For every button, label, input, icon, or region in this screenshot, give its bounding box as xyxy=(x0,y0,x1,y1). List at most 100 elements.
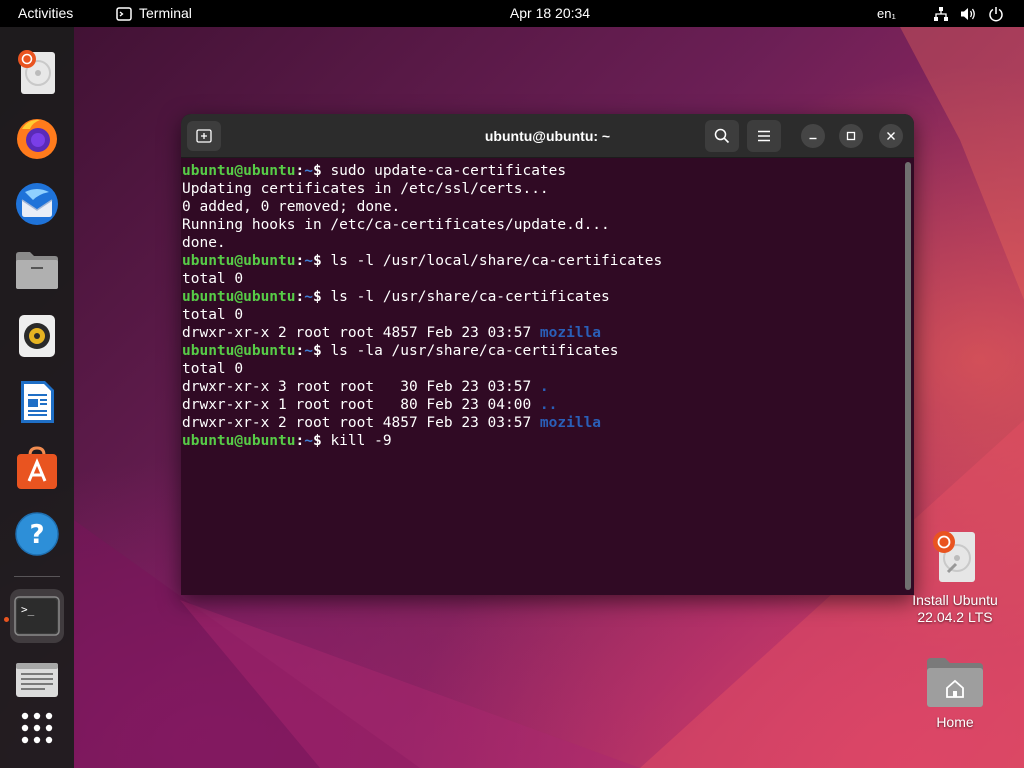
prompt-sigil: $ xyxy=(312,433,331,449)
terminal-command-line: ubuntu@ubuntu:~$ ls -l /usr/local/share/… xyxy=(182,252,903,270)
terminal-command-line: ubuntu@ubuntu:~$ ls -l /usr/share/ca-cer… xyxy=(182,288,903,306)
prompt-user: ubuntu@ubuntu xyxy=(182,163,296,179)
dock-show-apps[interactable] xyxy=(10,701,64,755)
terminal-output-line: drwxr-xr-x 2 root root 4857 Feb 23 03:57… xyxy=(182,324,903,342)
dock-files[interactable] xyxy=(10,243,64,297)
input-language-indicator[interactable]: en₁ xyxy=(877,0,896,27)
output-text: Updating certificates in /etc/ssl/certs.… xyxy=(182,181,549,197)
terminal-output-line: drwxr-xr-x 1 root root 80 Feb 23 04:00 .… xyxy=(182,396,903,414)
terminal-titlebar[interactable]: ubuntu@ubuntu: ~ xyxy=(181,114,914,158)
thunderbird-icon xyxy=(16,183,58,225)
prompt-sigil: $ xyxy=(312,163,331,179)
terminal-window[interactable]: ubuntu@ubuntu: ~ ubuntu@ubuntu:~$ sudo u… xyxy=(181,114,914,595)
command-text: ls -l /usr/local/share/ca-certificates xyxy=(330,253,663,269)
terminal-output-line: Updating certificates in /etc/ssl/certs.… xyxy=(182,180,903,198)
dock-text-editor[interactable] xyxy=(10,653,64,707)
prompt-path: ~ xyxy=(304,289,313,305)
activities-button[interactable]: Activities xyxy=(18,0,73,27)
command-text: ls -la /usr/share/ca-certificates xyxy=(330,343,619,359)
dock-ubuntu-software[interactable] xyxy=(10,441,64,495)
terminal-command-line: ubuntu@ubuntu:~$ sudo update-ca-certific… xyxy=(182,162,903,180)
home-label: Home xyxy=(936,714,974,730)
terminal-command-line: ubuntu@ubuntu:~$ ls -la /usr/share/ca-ce… xyxy=(182,342,903,360)
prompt-sigil: $ xyxy=(312,253,331,269)
prompt-path: ~ xyxy=(304,253,313,269)
menu-button[interactable] xyxy=(747,120,781,152)
app-menu[interactable]: Terminal xyxy=(116,0,192,27)
terminal-output-line: total 0 xyxy=(182,360,903,378)
listing-text: drwxr-xr-x 2 root root 4857 Feb 23 03:57 xyxy=(182,325,540,341)
terminal-app-icon: >_ xyxy=(14,596,60,636)
directory-name: . xyxy=(539,379,549,395)
prompt-sigil: $ xyxy=(312,343,331,359)
prompt-separator: : xyxy=(295,433,305,449)
terminal-command-line: ubuntu@ubuntu:~$ kill -9 xyxy=(182,432,903,450)
maximize-button[interactable] xyxy=(839,124,863,148)
software-store-icon xyxy=(17,446,57,489)
app-grid-icon xyxy=(21,712,53,744)
terminal-output[interactable]: ubuntu@ubuntu:~$ sudo update-ca-certific… xyxy=(181,159,903,595)
dock-libreoffice-writer[interactable] xyxy=(10,375,64,429)
listing-text: drwxr-xr-x 2 root root 4857 Feb 23 03:57 xyxy=(182,415,540,431)
dock-install-ubuntu[interactable] xyxy=(10,45,64,99)
install-ubuntu-icon xyxy=(18,50,55,94)
dock-firefox[interactable] xyxy=(10,111,64,165)
terminal-output-line: drwxr-xr-x 2 root root 4857 Feb 23 03:57… xyxy=(182,414,903,432)
firefox-icon xyxy=(17,119,57,159)
search-icon xyxy=(714,128,730,144)
dock-rhythmbox[interactable] xyxy=(10,309,64,363)
prompt-path: ~ xyxy=(304,343,313,359)
desktop-home[interactable]: Home xyxy=(900,654,1010,731)
search-button[interactable] xyxy=(705,120,739,152)
close-button[interactable] xyxy=(879,124,903,148)
output-text: 0 added, 0 removed; done. xyxy=(182,199,401,215)
maximize-icon xyxy=(846,131,856,141)
running-indicator xyxy=(4,617,9,622)
dock-separator xyxy=(14,576,60,577)
output-text: total 0 xyxy=(182,271,244,287)
help-icon: ? xyxy=(15,512,59,556)
home-folder-icon xyxy=(927,658,983,707)
text-editor-icon xyxy=(16,663,58,697)
top-bar: Activities Terminal Apr 18 20:34 en₁ xyxy=(0,0,1024,27)
prompt-user: ubuntu@ubuntu xyxy=(182,289,296,305)
clock-label[interactable]: Apr 18 20:34 xyxy=(510,5,590,21)
new-tab-icon xyxy=(196,129,212,143)
command-text: ls -l /usr/share/ca-certificates xyxy=(330,289,610,305)
app-menu-label: Terminal xyxy=(139,5,192,21)
dock-thunderbird[interactable] xyxy=(10,177,64,231)
rhythmbox-icon xyxy=(19,315,55,357)
terminal-scrollbar[interactable] xyxy=(905,162,911,590)
dock-help[interactable]: ? xyxy=(10,507,64,561)
desktop-install-ubuntu[interactable]: Install Ubuntu 22.04.2 LTS xyxy=(900,528,1010,626)
output-text: done. xyxy=(182,235,226,251)
install-ubuntu-label-1: Install Ubuntu xyxy=(912,592,998,608)
prompt-separator: : xyxy=(295,289,305,305)
writer-document-icon xyxy=(21,381,54,423)
network-wired-icon xyxy=(934,6,948,21)
install-ubuntu-label-2: 22.04.2 LTS xyxy=(917,609,993,625)
directory-name: mozilla xyxy=(539,325,602,341)
dock-terminal[interactable]: >_ xyxy=(10,589,64,643)
dock: ? >_ xyxy=(0,27,74,768)
system-menu[interactable] xyxy=(933,0,1004,27)
prompt-path: ~ xyxy=(304,433,313,449)
output-text: total 0 xyxy=(182,361,244,377)
terminal-output-line: total 0 xyxy=(182,306,903,324)
hamburger-menu-icon xyxy=(758,130,770,142)
directory-name: .. xyxy=(539,397,558,413)
terminal-output-line: done. xyxy=(182,234,903,252)
minimize-button[interactable] xyxy=(801,124,825,148)
prompt-user: ubuntu@ubuntu xyxy=(182,433,296,449)
command-text: sudo update-ca-certificates xyxy=(330,163,567,179)
terminal-output-line: total 0 xyxy=(182,270,903,288)
svg-text:?: ? xyxy=(29,520,44,550)
prompt-separator: : xyxy=(295,253,305,269)
new-tab-button[interactable] xyxy=(187,121,221,151)
prompt-user: ubuntu@ubuntu xyxy=(182,343,296,359)
terminal-output-line: 0 added, 0 removed; done. xyxy=(182,198,903,216)
listing-text: drwxr-xr-x 1 root root 80 Feb 23 04:00 xyxy=(182,397,540,413)
terminal-output-line: Running hooks in /etc/ca-certificates/up… xyxy=(182,216,903,234)
prompt-separator: : xyxy=(295,343,305,359)
terminal-output-line: drwxr-xr-x 3 root root 30 Feb 23 03:57 . xyxy=(182,378,903,396)
